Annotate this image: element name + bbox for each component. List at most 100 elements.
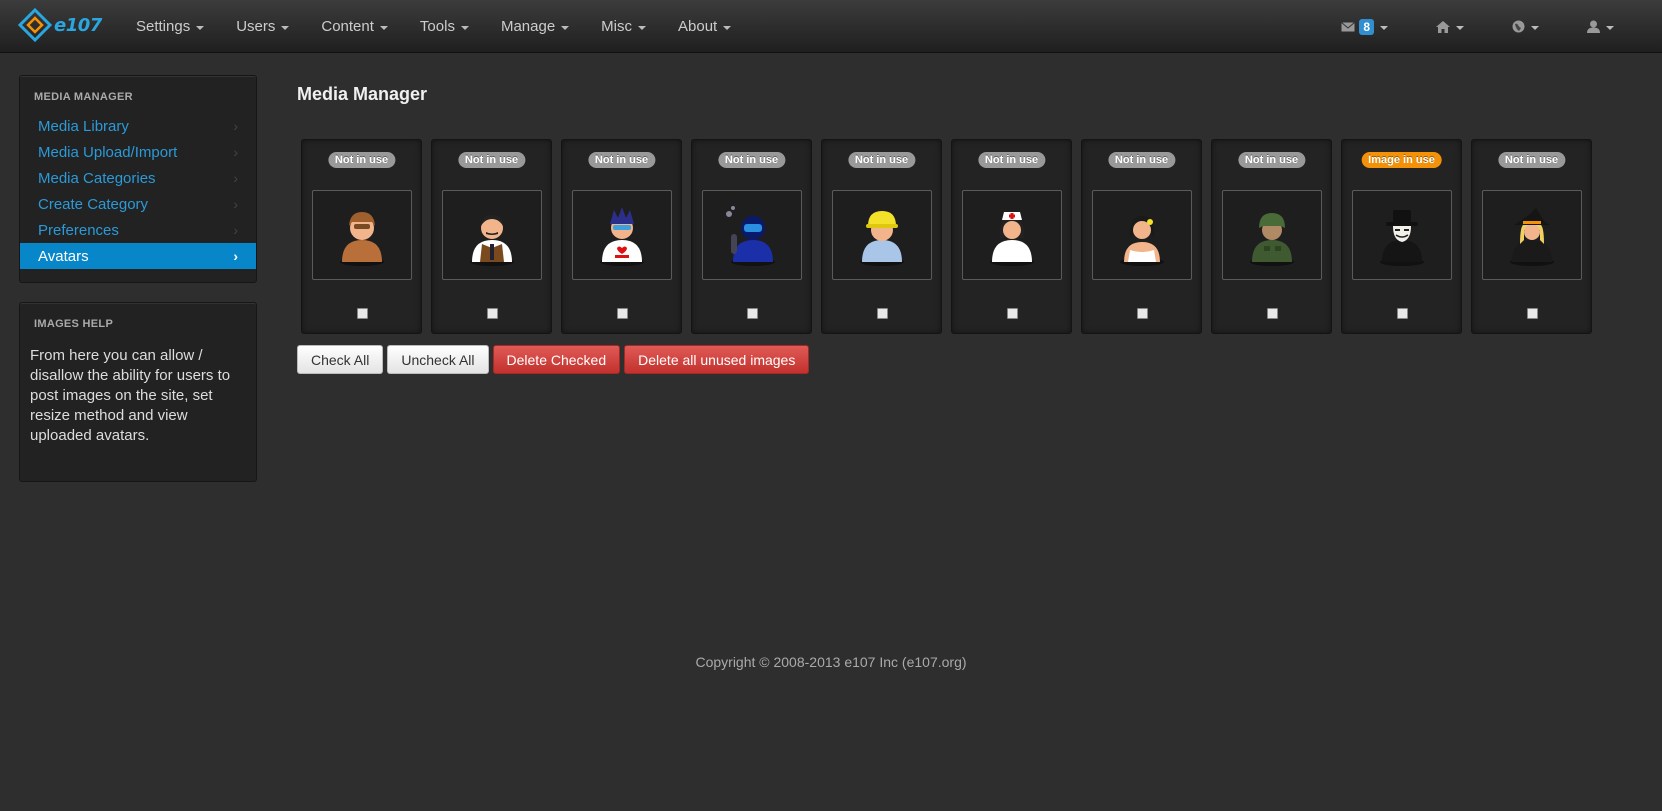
e107-logo-icon <box>18 8 52 42</box>
menu-misc[interactable]: Misc <box>585 0 662 53</box>
chevron-right-icon: › <box>233 248 238 264</box>
chevron-right-icon: › <box>233 196 238 212</box>
select-checkbox[interactable] <box>1137 308 1148 319</box>
caret-down-icon <box>1456 26 1464 30</box>
status-badge: Not in use <box>1237 152 1306 168</box>
status-badge: Not in use <box>327 152 396 168</box>
menu-tools[interactable]: Tools <box>404 0 485 53</box>
delete-checked-button[interactable]: Delete Checked <box>492 345 621 374</box>
caret-down-icon <box>1531 26 1539 30</box>
witch-avatar-icon <box>1510 208 1554 266</box>
caret-down-icon <box>379 26 388 30</box>
brand-logo[interactable]: e107 <box>18 8 102 42</box>
main-menu: Settings Users Content Tools Manage Misc… <box>120 0 747 53</box>
caret-down-icon <box>1380 26 1388 30</box>
media-manager-panel: MEDIA MANAGER Media Library › Media Uploa… <box>19 75 257 283</box>
avatar-thumbnail[interactable] <box>1222 190 1322 280</box>
user-menu[interactable] <box>1569 0 1632 53</box>
select-checkbox[interactable] <box>1007 308 1018 319</box>
avatar-thumbnail[interactable] <box>702 190 802 280</box>
avatar-thumbnail[interactable] <box>572 190 672 280</box>
page-title: Media Manager <box>297 84 428 104</box>
home-menu[interactable] <box>1418 0 1482 53</box>
brand-text: e107 <box>54 14 102 36</box>
soldier-avatar-icon <box>1250 213 1294 266</box>
avatar-card: Not in use <box>431 139 552 334</box>
sidebar-item-create-category[interactable]: Create Category › <box>20 191 256 217</box>
avatar-thumbnail[interactable] <box>1092 190 1192 280</box>
select-checkbox[interactable] <box>617 308 628 319</box>
help-title: IMAGES HELP <box>34 318 114 330</box>
caret-down-icon <box>1606 26 1614 30</box>
avatar-thumbnail[interactable] <box>1482 190 1582 280</box>
chevron-right-icon: › <box>233 118 238 134</box>
engineer-avatar-icon <box>860 211 904 266</box>
avatar-card: Image in use <box>1341 139 1462 334</box>
envelope-icon <box>1341 21 1356 31</box>
avatar-card: Not in use <box>1471 139 1592 334</box>
avatar-thumbnail[interactable] <box>1352 190 1452 280</box>
select-checkbox[interactable] <box>1397 308 1408 319</box>
messages-menu[interactable]: 8 <box>1323 0 1406 53</box>
avatar-thumbnail[interactable] <box>962 190 1062 280</box>
menu-settings[interactable]: Settings <box>120 0 220 53</box>
sidebar-item-avatars[interactable]: Avatars › <box>20 243 256 269</box>
menu-content[interactable]: Content <box>305 0 404 53</box>
caret-down-icon <box>638 26 646 30</box>
caret-down-icon <box>460 26 469 30</box>
avatar-thumbnail[interactable] <box>442 190 542 280</box>
status-badge: Not in use <box>977 152 1046 168</box>
user-icon <box>1587 20 1600 33</box>
avatar-card: Not in use <box>821 139 942 334</box>
menu-manage[interactable]: Manage <box>485 0 585 53</box>
caret-down-icon <box>723 26 732 30</box>
diver-avatar-icon <box>726 206 775 266</box>
footer-copyright: Copyright © 2008-2013 e107 Inc (e107.org… <box>695 654 967 670</box>
home-icon <box>1436 20 1450 33</box>
status-badge: Not in use <box>717 152 786 168</box>
images-help-panel: IMAGES HELP From here you can allow / di… <box>19 302 257 482</box>
avatar-card: Not in use <box>1211 139 1332 334</box>
avatar-thumbnail[interactable] <box>832 190 932 280</box>
status-badge: Image in use <box>1361 152 1442 168</box>
sidebar-item-media-library[interactable]: Media Library › <box>20 113 256 139</box>
nav-right-tools: 8 <box>1311 0 1632 53</box>
message-count-badge: 8 <box>1359 18 1374 35</box>
status-badge: Not in use <box>1107 152 1176 168</box>
status-badge: Not in use <box>457 152 526 168</box>
chevron-right-icon: › <box>233 144 238 160</box>
select-checkbox[interactable] <box>1527 308 1538 319</box>
select-checkbox[interactable] <box>877 308 888 319</box>
action-buttons: Check All Uncheck All Delete Checked Del… <box>297 345 813 374</box>
caret-down-icon <box>561 26 570 30</box>
avatar-card: Not in use <box>1081 139 1202 334</box>
status-badge: Not in use <box>587 152 656 168</box>
check-all-button[interactable]: Check All <box>297 345 384 374</box>
select-checkbox[interactable] <box>1267 308 1278 319</box>
menu-users[interactable]: Users <box>220 0 305 53</box>
select-checkbox[interactable] <box>487 308 498 319</box>
menu-about[interactable]: About <box>662 0 747 53</box>
avatar-card: Not in use <box>691 139 812 334</box>
designer-avatar-icon <box>600 207 644 266</box>
panel-title: MEDIA MANAGER <box>34 91 133 103</box>
avatar-card: Not in use <box>561 139 682 334</box>
uncheck-all-button[interactable]: Uncheck All <box>387 345 489 374</box>
pilot-avatar-icon <box>340 212 384 266</box>
bride-avatar-icon <box>1120 216 1164 266</box>
avatar-card: Not in use <box>951 139 1072 334</box>
language-menu[interactable] <box>1494 0 1557 53</box>
status-badge: Not in use <box>1497 152 1566 168</box>
globe-icon <box>1512 20 1525 33</box>
avatar-thumbnail[interactable] <box>312 190 412 280</box>
select-checkbox[interactable] <box>747 308 758 319</box>
delete-unused-button[interactable]: Delete all unused images <box>624 345 810 374</box>
businessman-avatar-icon <box>470 215 514 266</box>
sidebar-item-preferences[interactable]: Preferences › <box>20 217 256 243</box>
chevron-right-icon: › <box>233 222 238 238</box>
sidebar-item-media-categories[interactable]: Media Categories › <box>20 165 256 191</box>
top-navbar: e107 Settings Users Content Tools Manage… <box>0 0 1662 53</box>
sidebar-item-media-upload[interactable]: Media Upload/Import › <box>20 139 256 165</box>
nurse-avatar-icon <box>990 212 1034 266</box>
select-checkbox[interactable] <box>357 308 368 319</box>
